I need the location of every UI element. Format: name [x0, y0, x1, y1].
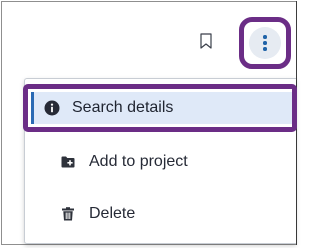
menu-item-add-to-project[interactable]: Add to project	[25, 140, 296, 184]
more-vertical-icon	[263, 35, 267, 51]
menu-item-label: Search details	[72, 99, 174, 116]
menu-item-search-details[interactable]: Search details	[23, 84, 297, 132]
trash-icon	[62, 207, 74, 221]
info-circle-icon	[44, 100, 60, 116]
menu-item-label: Delete	[89, 205, 136, 222]
menu-item-selected-bg: Search details	[31, 92, 292, 124]
more-options-button-bg	[249, 27, 281, 59]
more-options-button[interactable]	[239, 17, 291, 69]
menu-item-label: Add to project	[89, 153, 188, 170]
menu-item-delete[interactable]: Delete	[25, 192, 296, 236]
bookmark-icon[interactable]	[200, 33, 212, 49]
folder-plus-icon	[61, 156, 75, 168]
